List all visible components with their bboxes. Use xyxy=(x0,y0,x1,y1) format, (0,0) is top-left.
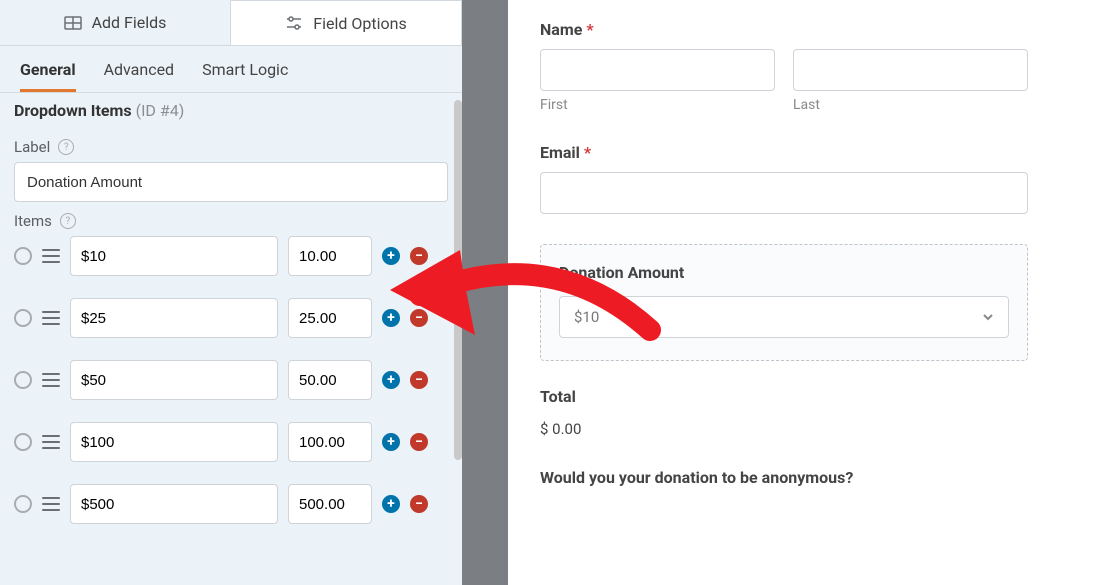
remove-item-button[interactable]: − xyxy=(410,247,428,265)
sliders-icon xyxy=(285,14,303,32)
name-label: Name* xyxy=(540,20,1028,39)
default-radio[interactable] xyxy=(14,247,32,265)
default-radio[interactable] xyxy=(14,433,32,451)
anonymous-question: Would you your donation to be anonymous? xyxy=(540,468,1028,487)
add-item-button[interactable]: + xyxy=(382,433,400,451)
item-row: + − xyxy=(14,484,448,524)
item-price-input[interactable] xyxy=(288,236,372,276)
items-list: + − + − + − xyxy=(0,236,462,524)
scrollbar[interactable] xyxy=(454,100,462,460)
remove-item-button[interactable]: − xyxy=(410,433,428,451)
item-row: + − xyxy=(14,422,448,462)
chevron-down-icon xyxy=(981,310,995,324)
total-block: Total $ 0.00 xyxy=(540,387,1028,438)
donation-selected: $10 xyxy=(574,308,599,326)
item-label-input[interactable] xyxy=(70,422,278,462)
total-value: $ 0.00 xyxy=(540,420,1028,438)
default-radio[interactable] xyxy=(14,495,32,513)
section-title-text: Dropdown Items xyxy=(14,101,132,120)
label-field-label: Label xyxy=(14,138,50,156)
item-price-input[interactable] xyxy=(288,360,372,400)
drag-handle-icon[interactable] xyxy=(42,435,60,449)
tab-add-fields-label: Add Fields xyxy=(92,13,167,32)
default-radio[interactable] xyxy=(14,371,32,389)
drag-handle-icon[interactable] xyxy=(42,373,60,387)
label-field-group: Label ? xyxy=(0,128,462,202)
last-name-input[interactable] xyxy=(793,49,1028,91)
sidebar: Add Fields Field Options General Advance… xyxy=(0,0,462,585)
subtab-general[interactable]: General xyxy=(20,60,76,92)
first-name-input[interactable] xyxy=(540,49,775,91)
help-icon[interactable]: ? xyxy=(60,213,76,229)
first-sublabel: First xyxy=(540,97,775,113)
item-label-input[interactable] xyxy=(70,484,278,524)
remove-item-button[interactable]: − xyxy=(410,371,428,389)
form-preview: Name* First Last Email* Donation Amount … xyxy=(508,0,1116,585)
subtab-smart-logic[interactable]: Smart Logic xyxy=(202,60,288,92)
item-price-input[interactable] xyxy=(288,298,372,338)
add-item-button[interactable]: + xyxy=(382,371,400,389)
email-label: Email* xyxy=(540,143,1028,162)
grid-icon xyxy=(64,14,82,32)
item-label-input[interactable] xyxy=(70,360,278,400)
required-asterisk: * xyxy=(586,20,593,39)
top-tabs: Add Fields Field Options xyxy=(0,0,462,46)
add-item-button[interactable]: + xyxy=(382,495,400,513)
remove-item-button[interactable]: − xyxy=(410,495,428,513)
tab-field-options-label: Field Options xyxy=(313,14,406,33)
subtab-advanced[interactable]: Advanced xyxy=(104,60,175,92)
required-asterisk: * xyxy=(584,143,591,162)
total-label: Total xyxy=(540,387,1028,406)
add-item-button[interactable]: + xyxy=(382,247,400,265)
drag-handle-icon[interactable] xyxy=(42,249,60,263)
default-radio[interactable] xyxy=(14,309,32,327)
item-row: + − xyxy=(14,360,448,400)
drag-handle-icon[interactable] xyxy=(42,311,60,325)
add-item-button[interactable]: + xyxy=(382,309,400,327)
last-sublabel: Last xyxy=(793,97,1028,113)
label-input[interactable] xyxy=(14,162,448,202)
section-title: Dropdown Items (ID #4) xyxy=(0,93,462,128)
email-input[interactable] xyxy=(540,172,1028,214)
donation-box: Donation Amount $10 xyxy=(540,244,1028,361)
donation-select[interactable]: $10 xyxy=(559,296,1009,338)
tab-add-fields[interactable]: Add Fields xyxy=(0,0,230,45)
tab-field-options[interactable]: Field Options xyxy=(230,0,462,45)
section-id: (ID #4) xyxy=(136,101,185,120)
items-field-label: Items xyxy=(14,212,52,230)
item-row: + − xyxy=(14,236,448,276)
items-field-group: Items ? xyxy=(0,202,462,230)
help-icon[interactable]: ? xyxy=(58,139,74,155)
item-label-input[interactable] xyxy=(70,236,278,276)
item-label-input[interactable] xyxy=(70,298,278,338)
drag-handle-icon[interactable] xyxy=(42,497,60,511)
panel-divider xyxy=(462,0,508,585)
item-price-input[interactable] xyxy=(288,484,372,524)
donation-label: Donation Amount xyxy=(559,263,1009,282)
subtabs: General Advanced Smart Logic xyxy=(0,46,462,93)
item-row: + − xyxy=(14,298,448,338)
item-price-input[interactable] xyxy=(288,422,372,462)
remove-item-button[interactable]: − xyxy=(410,309,428,327)
